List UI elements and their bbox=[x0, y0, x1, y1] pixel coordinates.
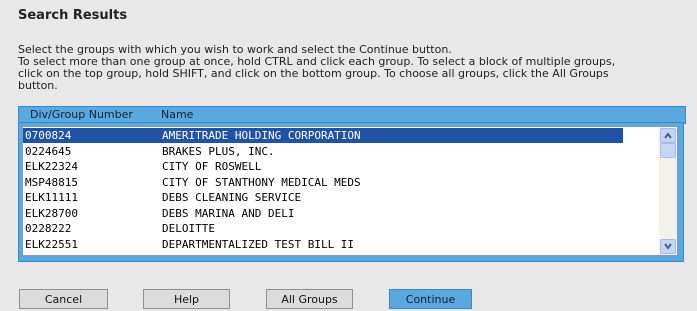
group-name: DEBS MARINA AND DELI bbox=[162, 206, 295, 220]
group-listbox[interactable]: ELK22551 DEPARTMENTALIZED TEST BILL II 022… bbox=[22, 126, 678, 256]
page-title: Search Results bbox=[18, 8, 128, 23]
arrow-up-icon bbox=[664, 132, 672, 139]
group-name: BRAKES PLUS, INC. bbox=[162, 144, 275, 158]
group-number: ELK11111 bbox=[25, 191, 78, 204]
group-name: DEBS CLEANING SERVICE bbox=[162, 191, 302, 204]
list-item[interactable]: ELK22324 CITY OF ROSWELL bbox=[23, 159, 623, 174]
group-number: ELK28700 bbox=[25, 206, 78, 220]
listbox-scrollbar[interactable] bbox=[659, 127, 677, 255]
group-name: CITY OF ROSWELL bbox=[162, 160, 262, 173]
group-name: DELOITTE bbox=[162, 222, 215, 235]
list-item[interactable]: ELK11111 DEBS CLEANING SERVICE bbox=[23, 190, 623, 205]
scroll-thumb[interactable] bbox=[660, 143, 676, 158]
arrow-down-icon bbox=[664, 243, 672, 250]
all-groups-button[interactable]: All Groups bbox=[266, 289, 353, 309]
instruction-line: click on the top group, hold SHIFT, and … bbox=[18, 67, 609, 80]
group-name: DEPARTMENTALIZED TEST BILL II bbox=[162, 237, 355, 251]
cancel-button[interactable]: Cancel bbox=[19, 289, 108, 309]
instruction-line: button. bbox=[18, 79, 58, 92]
group-number: 0224645 bbox=[25, 144, 72, 158]
group-list-frame: ELK22551 DEPARTMENTALIZED TEST BILL II 022… bbox=[18, 122, 684, 262]
group-number: 0228222 bbox=[25, 222, 72, 235]
group-name: AMERITRADE HOLDING CORPORATION bbox=[162, 129, 361, 142]
list-item[interactable]: ELK22551 DEPARTMENTALIZED TEST BILL II bbox=[23, 237, 623, 252]
group-number: MSP48815 bbox=[25, 175, 78, 189]
instructions-text: Select the groups with which you wish to… bbox=[18, 44, 694, 92]
column-header-name[interactable]: Name bbox=[161, 108, 193, 121]
list-item[interactable]: ELK28700 DEBS MARINA AND DELI bbox=[23, 206, 623, 221]
help-button[interactable]: Help bbox=[143, 289, 230, 309]
scroll-up-button[interactable] bbox=[660, 128, 676, 143]
scroll-down-button[interactable] bbox=[660, 239, 676, 254]
continue-button[interactable]: Continue bbox=[389, 289, 472, 309]
column-header-div-group-number[interactable]: Div/Group Number bbox=[30, 108, 133, 121]
group-name: CITY OF STANTHONY MEDICAL MEDS bbox=[162, 175, 361, 189]
list-item[interactable]: MSP48815 CITY OF STANTHONY MEDICAL MEDS bbox=[23, 175, 623, 190]
list-item[interactable]: 0228222 DELOITTE bbox=[23, 221, 623, 236]
group-number: ELK22551 bbox=[25, 237, 78, 251]
list-item[interactable]: 0224645 BRAKES PLUS, INC. bbox=[23, 144, 623, 159]
list-item[interactable]: 0700824 AMERITRADE HOLDING CORPORATION bbox=[23, 128, 623, 143]
group-number: ELK22324 bbox=[25, 160, 78, 173]
group-number: 0700824 bbox=[25, 129, 72, 142]
